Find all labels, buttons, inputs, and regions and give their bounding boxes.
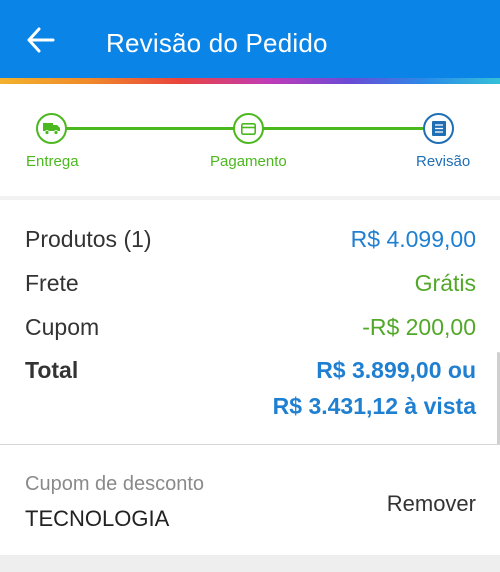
coupon-section: Cupom de desconto TECNOLOGIA Remover	[0, 445, 500, 555]
shipping-label: Frete	[25, 270, 79, 296]
remove-coupon-button[interactable]: Remover	[387, 491, 476, 517]
stepper-line	[64, 127, 234, 130]
total-label: Total	[25, 357, 79, 383]
bottom-gap	[0, 555, 500, 572]
arrow-left-icon	[27, 27, 55, 53]
card-icon	[241, 122, 256, 135]
coupon-code: TECNOLOGIA	[25, 506, 170, 531]
checkout-stepper: Entrega Pagamento Revisão	[0, 84, 500, 196]
truck-icon	[43, 123, 60, 135]
back-button[interactable]	[26, 26, 56, 54]
stepper-line	[263, 127, 423, 130]
coupon-label: Cupom	[25, 314, 100, 340]
page-title: Revisão do Pedido	[106, 28, 328, 58]
step-entrega[interactable]	[36, 113, 67, 144]
step-label-entrega: Entrega	[26, 153, 79, 170]
products-value: R$ 4.099,00	[350, 226, 476, 252]
order-summary: Produtos (1) R$ 4.099,00 Frete Grátis Cu…	[0, 200, 500, 444]
total-cash-value: R$ 3.431,12 à vista	[272, 393, 476, 419]
shipping-value: Grátis	[414, 270, 476, 296]
step-revisao[interactable]	[423, 113, 454, 144]
step-label-pagamento: Pagamento	[210, 153, 287, 170]
step-label-revisao: Revisão	[416, 153, 471, 170]
coupon-discount-value: -R$ 200,00	[362, 314, 476, 340]
total-value: R$ 3.899,00 ou	[316, 357, 476, 383]
app-bar: Revisão do Pedido	[0, 0, 500, 78]
products-label: Produtos (1)	[25, 226, 152, 252]
receipt-icon	[431, 121, 446, 136]
coupon-field-label: Cupom de desconto	[25, 473, 205, 495]
step-pagamento[interactable]	[233, 113, 264, 144]
